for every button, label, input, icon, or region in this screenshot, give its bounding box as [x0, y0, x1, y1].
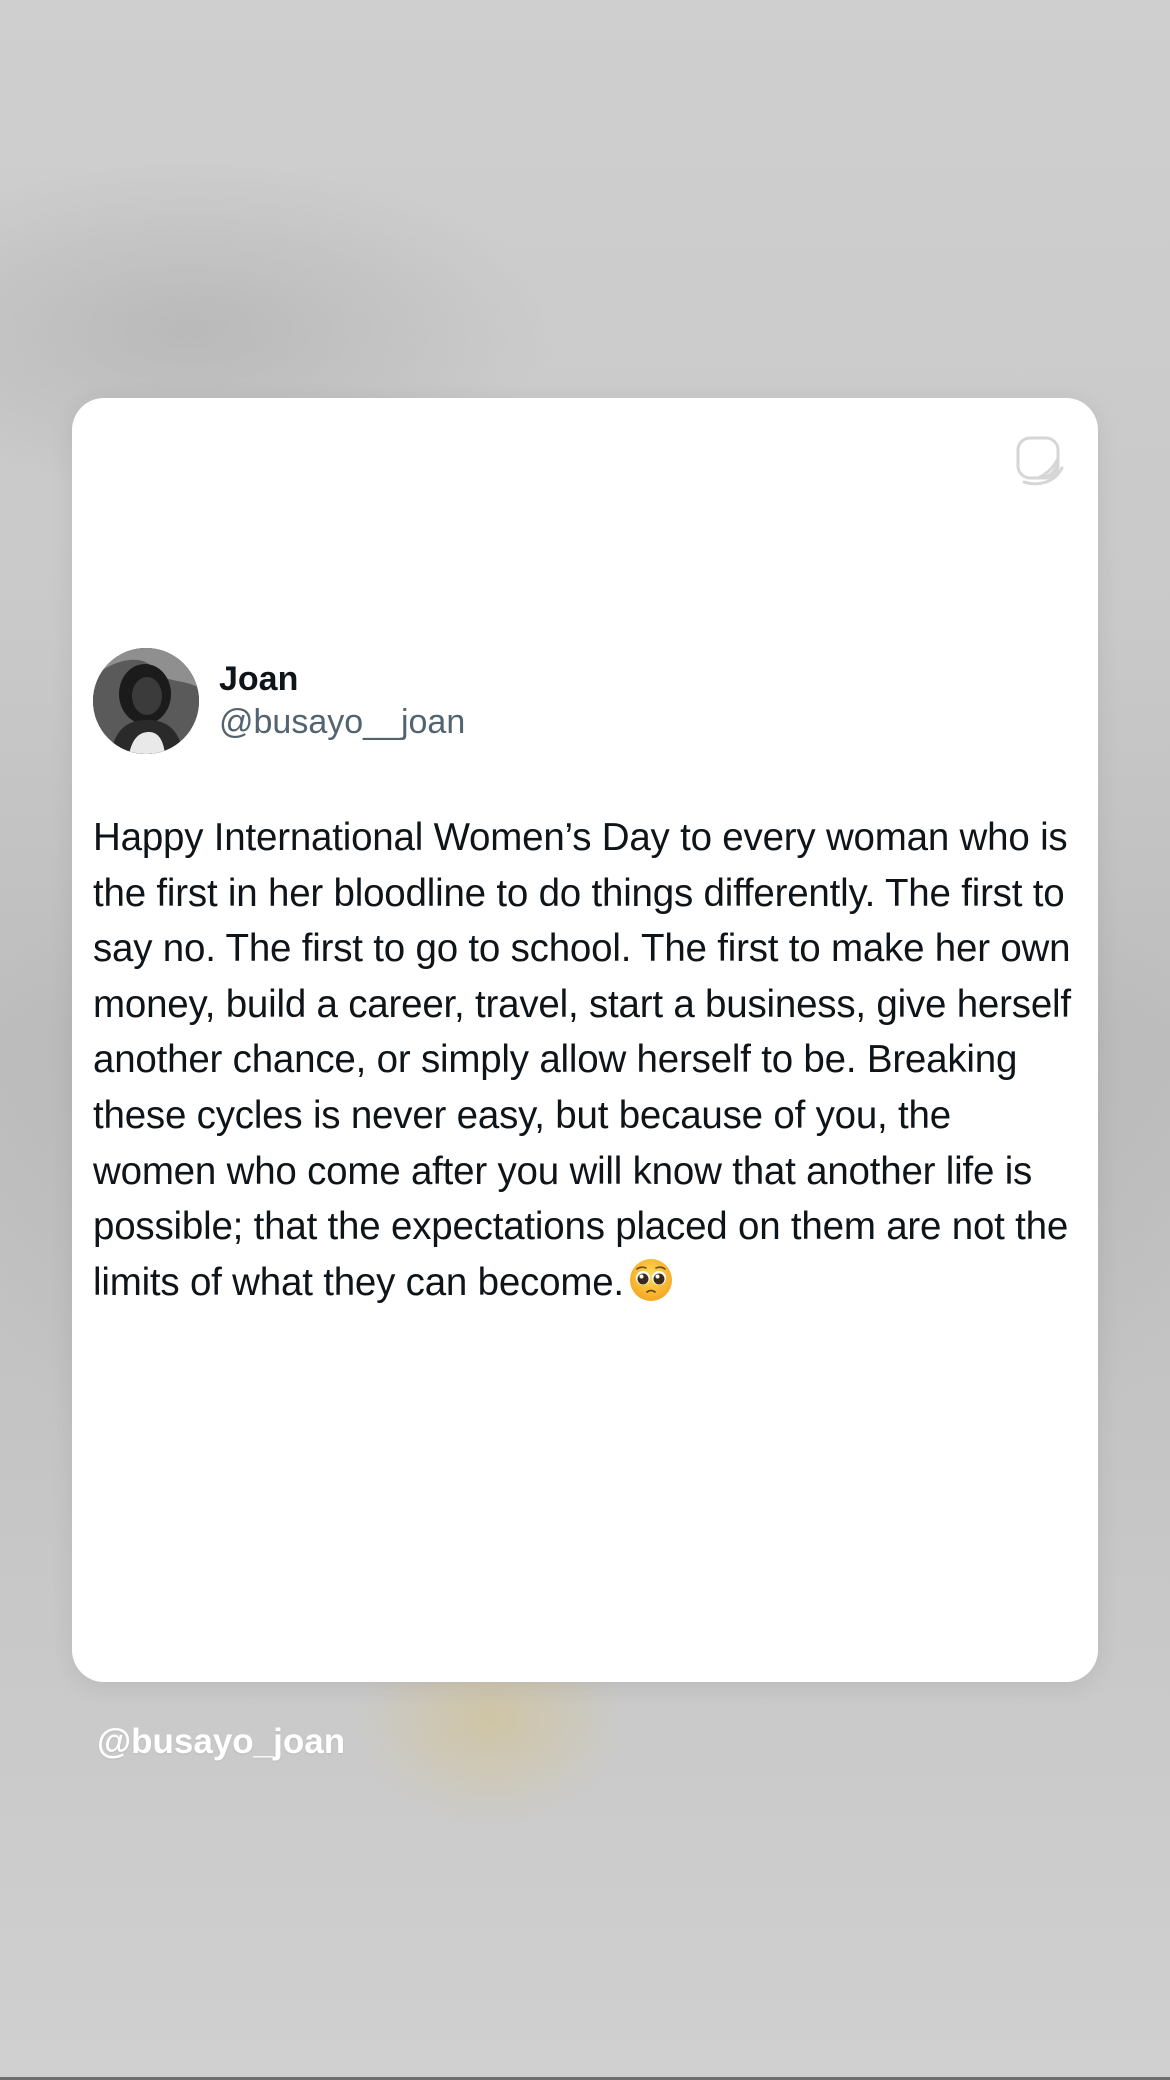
- user-handle[interactable]: @busayo__joan: [219, 700, 465, 744]
- story-mention[interactable]: @busayo_joan: [97, 1722, 345, 1762]
- pleading-face-icon: [629, 1258, 672, 1301]
- post-body: Happy International Women’s Day to every…: [93, 810, 1083, 1310]
- post-card[interactable]: Joan @busayo__joan Happy International W…: [72, 398, 1098, 1682]
- post-header: Joan @busayo__joan: [93, 648, 465, 754]
- avatar[interactable]: [93, 648, 199, 754]
- author-names: Joan @busayo__joan: [219, 658, 465, 744]
- post-text: Happy International Women’s Day to every…: [93, 816, 1071, 1304]
- display-name[interactable]: Joan: [219, 658, 465, 700]
- sticker-icon[interactable]: [1014, 434, 1068, 488]
